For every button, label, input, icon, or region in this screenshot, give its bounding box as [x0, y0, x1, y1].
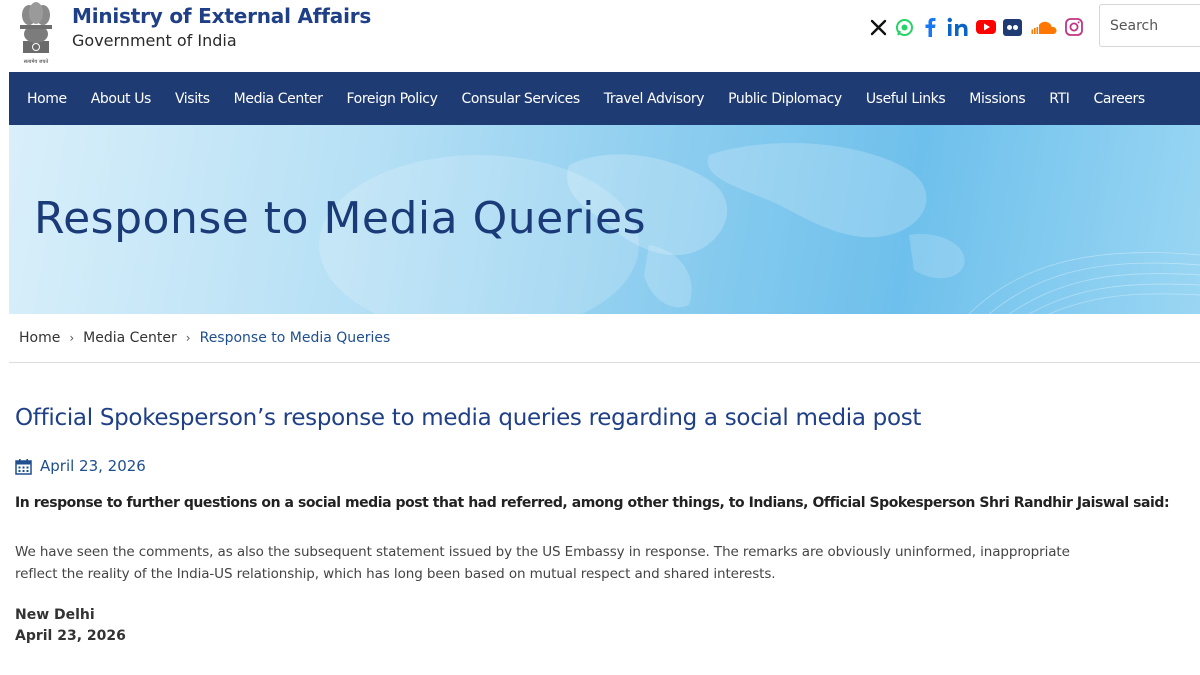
nav-item-useful-links[interactable]: Useful Links — [854, 91, 957, 107]
nav-item-careers[interactable]: Careers — [1081, 91, 1156, 107]
search-input[interactable] — [1099, 4, 1200, 47]
emblem-motto-text: सत्यमेव जयते — [24, 58, 49, 65]
nav-item-missions[interactable]: Missions — [957, 91, 1037, 107]
breadcrumb: Home › Media Center › Response to Media … — [19, 330, 390, 346]
soundcloud-icon[interactable] — [1028, 15, 1058, 39]
facebook-icon[interactable] — [920, 15, 940, 39]
article-body-line: We have seen the comments, as also the s… — [15, 544, 1070, 560]
article-place-date: April 23, 2026 — [15, 628, 126, 644]
x-icon[interactable] — [868, 15, 888, 39]
nav-item-consular-services[interactable]: Consular Services — [449, 91, 591, 107]
breadcrumb-current: Response to Media Queries — [199, 330, 391, 346]
site-header: सत्यमेव जयते Ministry of External Affair… — [0, 0, 1200, 72]
instagram-icon[interactable] — [1064, 15, 1084, 39]
article-place: New Delhi — [15, 607, 95, 623]
nav-item-visits[interactable]: Visits — [163, 91, 222, 107]
main-nav: Home About Us Visits Media Center Foreign Po… — [9, 72, 1200, 125]
page-title: Response to Media Queries — [34, 193, 646, 244]
main-nav-list: Home About Us Visits Media Center Foreign Po… — [9, 72, 1200, 125]
calendar-icon — [15, 458, 32, 475]
divider — [9, 362, 1200, 363]
nav-item-foreign-policy[interactable]: Foreign Policy — [335, 91, 450, 107]
linkedin-icon[interactable] — [946, 15, 970, 39]
whatsapp-icon[interactable] — [894, 15, 914, 39]
nav-item-home[interactable]: Home — [9, 91, 79, 107]
breadcrumb-separator: › — [185, 331, 191, 345]
article-body: We have seen the comments, as also the s… — [15, 541, 1200, 585]
page-banner: Response to Media Queries — [9, 125, 1200, 314]
breadcrumb-media-center[interactable]: Media Center — [83, 330, 177, 346]
article-body-line: reflect the reality of the India-US rela… — [15, 566, 776, 582]
article-date-row: April 23, 2026 — [15, 457, 146, 475]
breadcrumb-home[interactable]: Home — [19, 330, 60, 346]
site-subtitle: Government of India — [72, 31, 237, 50]
youtube-icon[interactable] — [976, 15, 996, 39]
article-lead: In response to further questions on a so… — [15, 495, 1170, 511]
nav-item-media-center[interactable]: Media Center — [222, 91, 335, 107]
article-date: April 23, 2026 — [40, 457, 146, 475]
flickr-icon[interactable] — [1002, 15, 1022, 39]
nav-item-about-us[interactable]: About Us — [79, 91, 163, 107]
social-links — [868, 14, 1084, 40]
nav-item-public-diplomacy[interactable]: Public Diplomacy — [716, 91, 854, 107]
breadcrumb-separator: › — [69, 331, 75, 345]
nav-item-travel-advisory[interactable]: Travel Advisory — [592, 91, 716, 107]
site-title[interactable]: Ministry of External Affairs — [72, 4, 371, 28]
national-emblem-logo[interactable]: सत्यमेव जयते — [14, 1, 58, 65]
article-title: Official Spokesperson’s response to medi… — [15, 405, 922, 431]
nav-item-rti[interactable]: RTI — [1037, 91, 1081, 107]
